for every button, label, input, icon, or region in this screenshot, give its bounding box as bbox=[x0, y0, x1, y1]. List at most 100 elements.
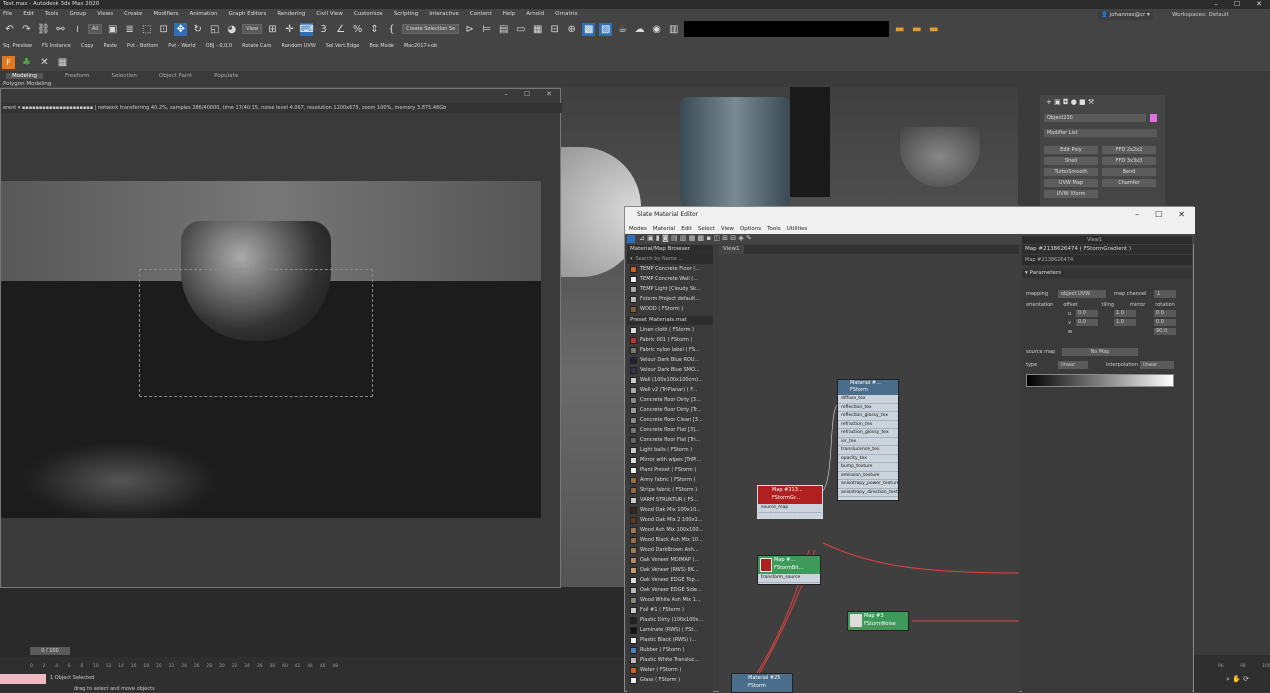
render-image[interactable] bbox=[1, 181, 541, 518]
edit-named-sel-icon[interactable]: { bbox=[385, 23, 398, 36]
material-slot[interactable]: emission_texture bbox=[838, 471, 898, 480]
material-list-item[interactable]: Wood Oak Mix 100x10... bbox=[627, 505, 713, 515]
minimize-icon[interactable]: – bbox=[1214, 0, 1218, 8]
map-channel-spinner[interactable]: 1 bbox=[1154, 290, 1176, 298]
spinner-snap-icon[interactable]: ⇕ bbox=[368, 23, 381, 36]
slate-menu-utilities[interactable]: Utilities bbox=[787, 226, 808, 232]
close-icon[interactable]: ✕ bbox=[1178, 207, 1185, 223]
menu-interactive[interactable]: Interactive bbox=[429, 11, 459, 17]
material-list-item[interactable]: Fabric nylon label ( FS... bbox=[627, 345, 713, 355]
tree-icon[interactable]: ♣ bbox=[20, 56, 33, 69]
extra-tool-3-icon[interactable]: ▬ bbox=[927, 23, 940, 36]
select-by-name-icon[interactable]: ≣ bbox=[123, 23, 136, 36]
material-list-item[interactable]: Glass ( FStorm ) bbox=[627, 675, 713, 685]
material-slot[interactable]: reflection_tex bbox=[838, 403, 898, 412]
slate-menu-view[interactable]: View bbox=[721, 226, 734, 232]
material-list-item[interactable]: Concrete floor Flat [3]... bbox=[627, 425, 713, 435]
extra-tool-2-icon[interactable]: ▬ bbox=[910, 23, 923, 36]
selection-filter-dropdown[interactable]: All bbox=[88, 24, 103, 34]
toolbar2-button-1[interactable]: FS Instance bbox=[42, 43, 71, 49]
toolbar2-button-4[interactable]: Pvt - Bottom bbox=[127, 43, 158, 49]
toolbar2-button-0[interactable]: Sq. Preview bbox=[3, 43, 32, 49]
view-dropdown[interactable]: View1 bbox=[1022, 236, 1192, 244]
material-list-item[interactable]: TEMP Concrete Wall (... bbox=[627, 274, 713, 284]
minimize-icon[interactable]: – bbox=[1135, 207, 1139, 223]
material-list-item[interactable]: Wall v2 (TriPlanar) ( F... bbox=[627, 385, 713, 395]
transform-gizmo-icon[interactable]: ✛ bbox=[283, 23, 296, 36]
pivot-icon[interactable]: ⊞ bbox=[266, 23, 279, 36]
material-list-item[interactable]: Foil #1 ( FStorm ) bbox=[627, 605, 713, 615]
material-list-item[interactable]: Oak Veneer (RWS) 8K... bbox=[627, 565, 713, 575]
material-list-item[interactable]: Concrete floor Clean [3... bbox=[627, 415, 713, 425]
menu-customize[interactable]: Customize bbox=[354, 11, 383, 17]
rotation-spinner[interactable]: 90.0 bbox=[1154, 328, 1176, 335]
menu-civil-view[interactable]: Civil View bbox=[316, 11, 342, 17]
menu-create[interactable]: Create bbox=[124, 11, 142, 17]
interpolation-dropdown[interactable]: linear bbox=[1140, 361, 1174, 369]
toolbar2-button-2[interactable]: Copy bbox=[81, 43, 94, 49]
toolbar2-button-9[interactable]: Sel.Vert.Edge bbox=[326, 43, 360, 49]
uvw-map-button[interactable]: UVW Map bbox=[1044, 179, 1098, 187]
material-slot[interactable]: anisotropy_direction_text... bbox=[838, 488, 902, 497]
shell-button[interactable]: Shell bbox=[1044, 157, 1098, 165]
grid-icon[interactable]: ▦ bbox=[56, 56, 69, 69]
browser-search[interactable]: ▾ Search by Name ... bbox=[627, 254, 713, 264]
close-icon[interactable]: ✕ bbox=[1256, 0, 1262, 8]
material-list-item[interactable]: VARM STRUKTUR ( FS... bbox=[627, 495, 713, 505]
undo-icon[interactable]: ↶ bbox=[3, 23, 16, 36]
turbosmooth-button[interactable]: TurboSmooth bbox=[1044, 168, 1098, 176]
ribbon-tab-object-paint[interactable]: Object Paint bbox=[159, 73, 192, 79]
material-slot[interactable]: refraction_glossy_tex bbox=[838, 429, 898, 438]
tiling-spinner[interactable]: 1.0 bbox=[1114, 310, 1136, 317]
mapping-dropdown[interactable]: object UVW bbox=[1058, 290, 1106, 298]
offset-spinner[interactable]: 0.0 bbox=[1076, 310, 1098, 317]
window-controls[interactable]: – ☐ ✕ bbox=[1214, 0, 1262, 8]
bitmap-node[interactable]: Map #... FStormBit... transform_source bbox=[757, 555, 821, 585]
offset-spinner[interactable]: 0.0 bbox=[1076, 319, 1098, 326]
ribbon-tab-selection[interactable]: Selection bbox=[112, 73, 137, 79]
angle-snap-icon[interactable]: ∠ bbox=[334, 23, 347, 36]
material-list-item[interactable]: TEMP Light [Cloudy Sk... bbox=[627, 284, 713, 294]
material-list-item[interactable]: Wall (100x100x100cm)... bbox=[627, 375, 713, 385]
toolbar2-button-7[interactable]: Rotate Cam bbox=[242, 43, 271, 49]
maximize-icon[interactable]: ☐ bbox=[1155, 207, 1162, 223]
material-25-header[interactable]: Material #25 FStorm bbox=[732, 674, 792, 692]
object-color-swatch[interactable] bbox=[1150, 114, 1157, 122]
material-list-item[interactable]: WOOD ( FStorm ) bbox=[627, 304, 713, 314]
placement-icon[interactable]: ◕ bbox=[225, 23, 238, 36]
browser-search-input[interactable]: Search by Name ... bbox=[636, 256, 684, 262]
material-25-node[interactable]: Material #25 FStorm bbox=[731, 673, 793, 693]
material-list-item[interactable]: Rubber ( FStorm ) bbox=[627, 645, 713, 655]
render-region-box[interactable] bbox=[139, 269, 373, 397]
render-element-dropdown[interactable]: erent bbox=[3, 105, 16, 111]
render-setup-icon[interactable]: ▩ bbox=[582, 22, 596, 36]
material-slot[interactable]: anisotropy_power_texture bbox=[838, 480, 899, 489]
bitmap-node-slot[interactable]: transform_source bbox=[758, 574, 820, 583]
material-slot[interactable]: refraction_tex bbox=[838, 420, 898, 429]
material-list-item[interactable]: Concrete floor Dirty [Tr... bbox=[627, 405, 713, 415]
material-slot[interactable]: reflection_glossy_tex bbox=[838, 412, 898, 421]
reference-coord-dropdown[interactable]: View bbox=[242, 24, 263, 34]
material-list-item[interactable]: Plastic Dirty (100x100x... bbox=[627, 615, 713, 625]
material-list-item[interactable]: Oak Veneer EDGE Side... bbox=[627, 585, 713, 595]
ffd222-button[interactable]: FFD 2x2x2 bbox=[1102, 146, 1156, 154]
maximize-icon[interactable]: ☐ bbox=[1234, 0, 1240, 8]
menu-ornatrix[interactable]: Ornatrix bbox=[555, 11, 578, 17]
region-select-icon[interactable]: ⬚ bbox=[140, 23, 153, 36]
time-slider[interactable]: 0 / 100 bbox=[30, 647, 70, 655]
material-list-item[interactable]: Water ( FStorm ) bbox=[627, 665, 713, 675]
tiling-spinner[interactable]: 1.0 bbox=[1114, 319, 1136, 326]
edit-poly-button[interactable]: Edit Poly bbox=[1044, 146, 1098, 154]
material-list-item[interactable]: Oak Veneer MDIMAP (... bbox=[627, 555, 713, 565]
select-tool-icon[interactable] bbox=[627, 235, 635, 243]
material-list-item[interactable]: Wood Black Ash Mix 10... bbox=[627, 535, 713, 545]
menu-group[interactable]: Group bbox=[69, 11, 86, 17]
material-slot[interactable]: diffuse_tex bbox=[838, 395, 898, 404]
object-name-field[interactable]: Object230 bbox=[1044, 114, 1146, 122]
rotation-spinner[interactable]: 0.0 bbox=[1154, 310, 1176, 317]
material-list-item[interactable]: Wood White Ash Mix 1... bbox=[627, 595, 713, 605]
chamfer-button[interactable]: Chamfer bbox=[1102, 179, 1156, 187]
toolbar2-button-11[interactable]: Mac2017+ob bbox=[404, 43, 437, 49]
user-account[interactable]: 👤 johannes@cr ▾ bbox=[1098, 11, 1153, 20]
menu-content[interactable]: Content bbox=[470, 11, 492, 17]
